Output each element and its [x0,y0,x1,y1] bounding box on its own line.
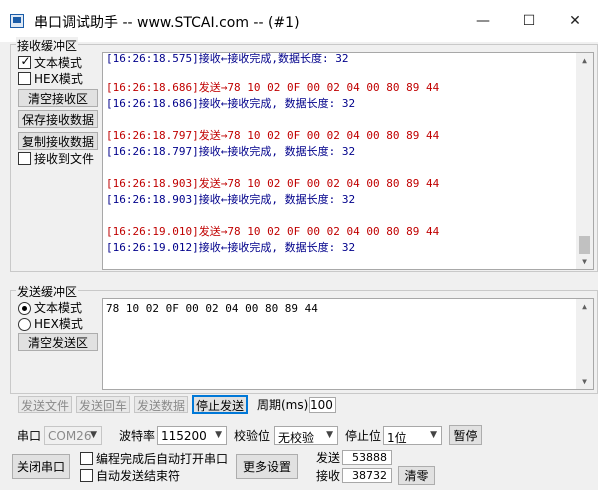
stop-send-button[interactable]: 停止发送 [192,395,248,414]
close-button[interactable]: ✕ [552,0,598,42]
receive-text-mode-checkbox[interactable] [18,54,32,69]
send-text-area[interactable]: 78 10 02 0F 00 02 04 00 80 89 44 ▲ ▼ [102,298,594,390]
recv-label: 接收 [316,469,341,483]
log-line-receive: [16:26:19.012]接收←接收完成, 数据长度: 32 [106,241,356,254]
receive-text-area[interactable]: [16:26:18.575]接收←接收完成,数据长度: 32 [16:26:18… [102,52,594,270]
more-settings-button[interactable]: 更多设置 [236,454,298,479]
receive-to-file-label: 接收到文件 [34,152,95,166]
auto-send-end-label: 自动发送结束符 [96,469,181,483]
port-select[interactable]: COM26 ▼ [44,426,102,445]
baud-value: 115200 [161,429,207,443]
send-text-mode-radio[interactable] [18,302,31,315]
receive-scrollbar[interactable]: ▲ ▼ [576,53,593,269]
parity-value: 无校验 [278,431,315,445]
minimize-button[interactable]: — [460,0,506,42]
recv-count: 38732 [342,468,392,483]
auto-open-checkbox[interactable] [80,452,93,465]
send-hex-mode-radio[interactable] [18,318,31,331]
send-text-mode-label: 文本模式 [34,301,83,315]
clear-send-button[interactable]: 清空发送区 [18,333,98,351]
chevron-down-icon: ▼ [215,430,222,440]
clear-counts-button[interactable]: 清零 [398,466,435,485]
send-scrollbar[interactable]: ▲ ▼ [576,299,593,389]
send-data-button[interactable]: 发送数据 [134,396,188,413]
log-line-send: [16:26:18.903]发送→78 10 02 0F 00 02 04 00… [106,177,440,190]
send-scroll-up-icon[interactable]: ▲ [576,302,593,311]
maximize-button[interactable]: ☐ [506,0,552,42]
baud-select[interactable]: 115200 ▼ [157,426,227,445]
parity-select[interactable]: 无校验 ▼ [274,426,338,445]
auto-open-label: 编程完成后自动打开串口 [96,452,229,466]
receive-hex-mode-checkbox[interactable] [18,72,31,85]
period-label: 周期(ms) [257,398,309,412]
save-receive-button[interactable]: 保存接收数据 [18,110,98,128]
receive-hex-mode-label: HEX模式 [34,72,83,86]
send-scroll-down-icon[interactable]: ▼ [576,377,593,386]
scroll-up-icon[interactable]: ▲ [576,56,593,65]
receive-text-mode-label: 文本模式 [34,56,83,70]
send-group-label: 发送缓冲区 [16,283,79,300]
sent-label: 发送 [316,451,341,465]
log-line-send: [16:26:18.686]发送→78 10 02 0F 00 02 04 00… [106,81,440,94]
stopbits-value: 1位 [387,431,407,445]
port-value: COM26 [48,429,92,443]
log-line-send: [16:26:18.797]发送→78 10 02 0F 00 02 04 00… [106,129,440,142]
window-title: 串口调试助手 -- www.STCAI.com -- (#1) [34,15,300,31]
sent-count: 53888 [342,450,392,465]
chevron-down-icon: ▼ [430,430,437,440]
clear-receive-button[interactable]: 清空接收区 [18,89,98,107]
log-line-receive: [16:26:18.797]接收←接收完成, 数据长度: 32 [106,145,356,158]
baud-label: 波特率 [119,429,156,443]
parity-label: 校验位 [234,429,271,443]
log-line-partial: [16:26:18.575]接收←接收完成,数据长度: 32 [106,52,349,65]
receive-group-label: 接收缓冲区 [16,37,79,54]
close-port-button[interactable]: 关闭串口 [12,454,70,479]
log-line-receive: [16:26:18.686]接收←接收完成, 数据长度: 32 [106,97,356,110]
period-input[interactable]: 100 [309,397,336,413]
receive-to-file-checkbox[interactable] [18,152,31,165]
chevron-down-icon: ▼ [326,430,333,440]
stopbits-label: 停止位 [345,429,382,443]
send-file-button[interactable]: 发送文件 [18,396,72,413]
scroll-down-icon[interactable]: ▼ [576,257,593,266]
stopbits-select[interactable]: 1位 ▼ [383,426,442,445]
send-hex-mode-label: HEX模式 [34,317,83,331]
pause-button[interactable]: 暂停 [449,425,482,445]
copy-receive-button[interactable]: 复制接收数据 [18,132,98,150]
send-enter-button[interactable]: 发送回车 [76,396,130,413]
auto-send-end-checkbox[interactable] [80,469,93,482]
log-line-send: [16:26:19.010]发送→78 10 02 0F 00 02 04 00… [106,225,440,238]
chevron-down-icon: ▼ [90,430,97,440]
port-label: 串口 [17,429,42,443]
log-line-receive: [16:26:18.903]接收←接收完成, 数据长度: 32 [106,193,356,206]
scroll-thumb[interactable] [579,236,590,254]
app-icon [10,14,24,28]
send-text: 78 10 02 0F 00 02 04 00 80 89 44 [106,302,318,315]
